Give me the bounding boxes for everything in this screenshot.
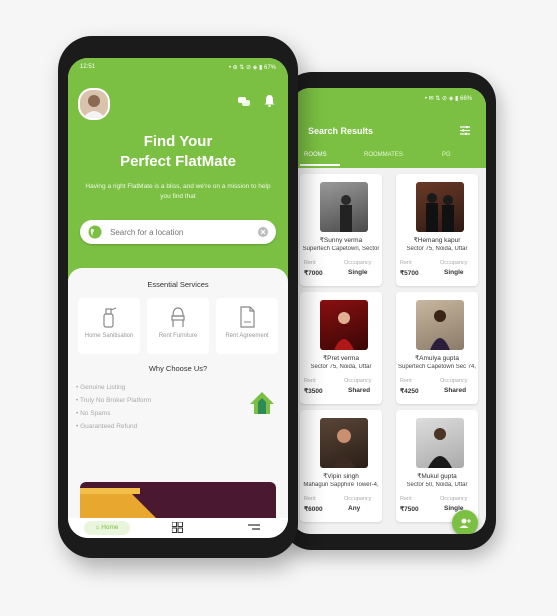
hero-title: Find Your Perfect FlatMate: [68, 132, 288, 172]
globe-icon: [88, 225, 102, 239]
rent-value: ₹5700: [400, 270, 419, 277]
listing-name: ₹Vipin singh: [323, 473, 359, 480]
occupancy-value: Single: [348, 269, 368, 276]
rent-value: ₹7000: [304, 270, 323, 277]
rent-label: Rent: [304, 496, 316, 502]
occupancy-value: Shared: [348, 387, 371, 394]
service-home-sanitisation[interactable]: Home Sanitisation: [78, 298, 140, 354]
listing-address: Sector 75, Noida, Uttar: [310, 364, 372, 370]
listing-name: ₹Pret verma: [323, 355, 359, 362]
house-logo-icon: [250, 392, 274, 414]
listing-photo: [320, 300, 368, 350]
rent-label: Rent: [304, 378, 316, 384]
rent-label: Rent: [304, 260, 316, 266]
hero-title-line-2: Perfect FlatMate: [120, 153, 236, 170]
back-phone-screen: • ✉ ⇅ ⊘ ◈ ▮ 66% Search Results ROOMS ROO…: [292, 88, 486, 534]
front-phone: 12:51 • ⊕ ⇅ ⊘ ◈ ▮ 67% Find Your Perfect …: [58, 36, 298, 558]
bottom-nav: ⌂ Home: [68, 518, 288, 538]
listing-photo: [320, 418, 368, 468]
tab-roommates[interactable]: ROOMMATES: [364, 152, 403, 158]
listing-card[interactable]: ₹Pret verma Sector 75, Noida, Uttar Rent…: [300, 292, 382, 404]
avatar[interactable]: [78, 88, 110, 120]
add-listing-fab[interactable]: [452, 510, 478, 534]
spray-bottle-icon: [103, 307, 117, 328]
occupancy-value: Any: [348, 505, 361, 512]
content-panel: Essential Services Home Sanitisation Ren…: [68, 268, 288, 518]
reason-item: • No Spams: [76, 410, 111, 417]
chair-icon: [171, 307, 185, 327]
rent-label: Rent: [400, 260, 412, 266]
hero-title-line-1: Find Your: [143, 133, 213, 150]
add-user-icon: [459, 518, 471, 528]
rent-value: ₹7500: [400, 506, 419, 513]
nav-home[interactable]: ⌂ Home: [84, 521, 130, 535]
listing-address: Supertech Capetown, Sector: [302, 246, 380, 252]
why-title: Why Choose Us?: [148, 364, 208, 373]
reason-item: • Guaranteed Refund: [76, 423, 138, 430]
grid-icon[interactable]: [172, 522, 183, 533]
listing-address: Sector 75, Noida, Uttar: [406, 246, 468, 252]
listing-card[interactable]: ₹Sunny verma Supertech Capetown, Sector …: [300, 174, 382, 286]
occupancy-label: Occupancy: [440, 496, 468, 502]
tab-rooms[interactable]: ROOMS: [304, 152, 327, 158]
document-icon: [240, 306, 255, 328]
service-label: Home Sanitisation: [84, 333, 134, 339]
occupancy-label: Occupancy: [344, 260, 372, 266]
status-icons: • ⊕ ⇅ ⊘ ◈ ▮ 67%: [228, 65, 276, 71]
back-phone: • ✉ ⇅ ⊘ ◈ ▮ 66% Search Results ROOMS ROO…: [282, 72, 496, 550]
listing-photo: [416, 300, 464, 350]
bell-icon[interactable]: [264, 95, 275, 107]
listing-name: ₹Amulya gupta: [415, 355, 459, 362]
occupancy-label: Occupancy: [440, 378, 468, 384]
status-time: 12:51: [80, 64, 96, 70]
rent-value: ₹4250: [400, 388, 419, 395]
listing-name: ₹Hemang kapur: [413, 237, 461, 244]
listing-address: Supertech Capetown Sec 74,: [398, 364, 476, 370]
front-phone-screen: 12:51 • ⊕ ⇅ ⊘ ◈ ▮ 67% Find Your Perfect …: [68, 58, 288, 538]
rent-value: ₹6000: [304, 506, 323, 513]
services-title: Essential Services: [147, 280, 209, 289]
search-bar[interactable]: [80, 220, 276, 244]
status-icons: • ✉ ⇅ ⊘ ◈ ▮ 66%: [424, 96, 472, 102]
listing-address: Sector 50, Noida, Uttar: [406, 482, 468, 488]
listing-card[interactable]: ₹Amulya gupta Supertech Capetown Sec 74,…: [396, 292, 478, 404]
rent-value: ₹3500: [304, 388, 323, 395]
reason-item: • Truly No Broker Platform: [76, 397, 152, 404]
rent-label: Rent: [400, 378, 412, 384]
rent-label: Rent: [400, 496, 412, 502]
listing-card[interactable]: ₹Mukul gupta Sector 50, Noida, Uttar Ren…: [396, 410, 478, 522]
occupancy-value: Single: [444, 269, 464, 276]
listing-card[interactable]: ₹Hemang kapur Sector 75, Noida, Uttar Re…: [396, 174, 478, 286]
listing-photo: [320, 182, 368, 232]
service-rent-furniture[interactable]: Rent Furniture: [147, 298, 209, 354]
reason-item: • Genuine Listing: [76, 384, 126, 391]
tab-pg[interactable]: PG: [442, 152, 451, 158]
occupancy-label: Occupancy: [440, 260, 468, 266]
clear-icon[interactable]: [258, 227, 268, 237]
page-title: Search Results: [308, 126, 374, 136]
listing-photo: [416, 418, 464, 468]
occupancy-value: Shared: [444, 387, 467, 394]
menu-icon[interactable]: [248, 523, 260, 532]
listing-name: ₹Mukul gupta: [417, 473, 457, 480]
listing-card[interactable]: ₹Vipin singh Mahagun Sapphire Tower-4, R…: [300, 410, 382, 522]
service-label: Rent Agreement: [225, 333, 269, 339]
service-label: Rent Furniture: [158, 333, 198, 339]
tab-indicator: [300, 164, 340, 166]
service-rent-agreement[interactable]: Rent Agreement: [216, 298, 278, 354]
hero-subtitle: Having a right FlatMate is a bliss, and …: [85, 183, 271, 200]
occupancy-label: Occupancy: [344, 496, 372, 502]
search-input[interactable]: [110, 225, 250, 239]
listing-address: Mahagun Sapphire Tower-4,: [303, 482, 379, 488]
listing-name: ₹Sunny verma: [319, 237, 363, 244]
chat-icon[interactable]: [238, 96, 250, 108]
listing-photo: [416, 182, 464, 232]
occupancy-label: Occupancy: [344, 378, 372, 384]
filter-icon[interactable]: [460, 126, 470, 135]
